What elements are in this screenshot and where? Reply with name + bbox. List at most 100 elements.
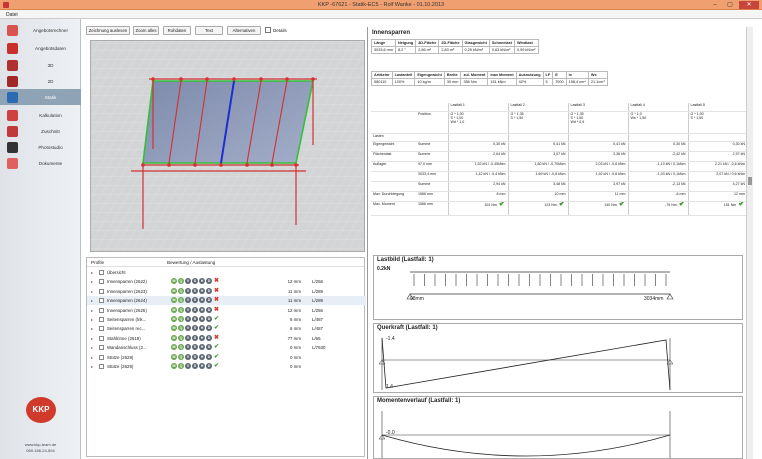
tree-row[interactable]: ▸ Innensparren (2622) M Q V S H D ✖ 12 mm L/256 xyxy=(87,277,366,286)
rating-dot: S xyxy=(192,297,198,304)
cross-icon: ✖ xyxy=(214,334,220,341)
tree-row[interactable]: ▸ Innensparren (2624) M Q V S H D ✖ 11 mm L/289 xyxy=(87,296,366,306)
rating-dot: D xyxy=(206,297,212,304)
deflection-value: 0 mm xyxy=(290,364,301,369)
sidebar-item-2d[interactable]: 2D xyxy=(0,73,81,89)
max-moment-value: 123 Nm xyxy=(544,202,557,207)
tree-row[interactable]: ▸ Stütze (2629) M Q V S H D ✔ 0 mm xyxy=(87,362,366,371)
profile-checkbox[interactable] xyxy=(99,270,104,275)
rating-indicators: MQVSHD xyxy=(171,287,213,294)
expand-icon[interactable]: ▸ xyxy=(91,345,93,350)
profile-checkbox[interactable] xyxy=(99,345,104,351)
geometry-header: Schneelast xyxy=(488,39,515,47)
durchbiegung-label: Max. Durchbiegung xyxy=(371,191,416,202)
deflection-value: -6 mm xyxy=(627,191,688,202)
profile-header: Artikelnr xyxy=(371,71,393,79)
rating-dot: H xyxy=(199,325,205,332)
scrollbar-thumb[interactable] xyxy=(748,177,752,185)
rating-dot: V xyxy=(185,316,191,322)
tree-row[interactable]: ▸ Stahlrinne (2619) M Q V S H D ✖ 77 mm L/65 xyxy=(87,334,366,343)
deflection-ratio: L/256 xyxy=(312,307,323,313)
expand-icon[interactable]: ▸ xyxy=(91,270,93,275)
rating-dot: H xyxy=(199,344,205,351)
tree-row[interactable]: ▸ Wandanschluss (2... M Q V S H D ✔ 0 mm L/7530 xyxy=(87,343,366,352)
max-moment-value: -75 Nm xyxy=(665,202,677,207)
expand-icon[interactable]: ▸ xyxy=(91,364,93,369)
close-button[interactable]: ✕ xyxy=(739,1,759,9)
expand-icon[interactable]: ▸ xyxy=(91,355,93,360)
tree-row[interactable]: ▸ Seitensparren (lnk... M Q V S H D ✔ 6 mm L/487 xyxy=(87,315,366,324)
position-factor: S * 1,50 xyxy=(690,115,704,120)
raw-data-button[interactable]: Rohdaten xyxy=(163,26,191,35)
rating-dot: H xyxy=(199,306,205,313)
profile-checkbox[interactable] xyxy=(99,335,104,341)
auflager-sum-value: 3,97 kN xyxy=(567,181,628,192)
calculation-icon xyxy=(7,110,18,121)
profile-checkbox[interactable] xyxy=(99,288,104,294)
sidebar-item-angebotsrechner[interactable]: Angebotsrechner xyxy=(0,22,81,38)
profile-checkbox[interactable] xyxy=(99,354,104,360)
profile-checkbox[interactable] xyxy=(99,298,104,304)
expand-icon[interactable]: ▸ xyxy=(91,279,93,284)
sidebar-item-statik[interactable]: Statik xyxy=(0,89,81,105)
minimize-button[interactable]: – xyxy=(708,1,722,9)
results-scrollbar[interactable] xyxy=(746,27,753,459)
expand-icon[interactable]: ▸ xyxy=(91,317,93,322)
load-diagram: Lastbild (Lastfall: 1) 0.2kN 98mm 3034mm xyxy=(373,255,743,320)
auflager-a-value: -1,10 kN / 0,1kNm xyxy=(627,161,688,172)
profile-checkbox[interactable] xyxy=(99,317,104,322)
column-rating: Bewertung / Auslastung xyxy=(167,260,216,265)
sidebar-item-angebotsdaten[interactable]: Angebotsdaten xyxy=(0,40,81,56)
max-moment-value: 104 Nm xyxy=(484,202,497,207)
rating-dot: Q xyxy=(178,287,184,294)
sidebar-item-photostudio[interactable]: Photostudio xyxy=(0,139,81,155)
profile-checkbox[interactable] xyxy=(99,364,104,369)
alternatives-button[interactable]: Alternativen xyxy=(227,26,261,35)
rating-dot: D xyxy=(206,306,212,313)
profile-tree: Profile Bewertung / Auslastung ▸ Übersich… xyxy=(86,257,366,457)
durchbiegung-position: 1566 mm xyxy=(416,191,448,202)
zoom-all-button[interactable]: Zoom alles xyxy=(133,26,159,35)
sidebar-item-label: Dokumente xyxy=(38,161,63,166)
tree-row[interactable]: ▸ Innensparren (2623) M Q V S H D ✖ 11 mm L/289 xyxy=(87,287,366,296)
profile-checkbox[interactable] xyxy=(99,307,104,313)
expand-icon[interactable]: ▸ xyxy=(91,298,93,303)
position-label: Position xyxy=(416,111,448,134)
sidebar-item-dokumente[interactable]: Dokumente xyxy=(0,155,81,171)
read-drawing-button[interactable]: Zeichnung auslesen xyxy=(86,26,130,35)
rating-dot: V xyxy=(185,297,191,304)
rating-dot: S xyxy=(192,316,198,322)
rating-dot: M xyxy=(171,353,177,360)
text-button[interactable]: Text xyxy=(195,26,223,35)
deflection-value: 12 mm xyxy=(287,307,301,313)
check-icon: ✔ xyxy=(498,201,506,208)
expand-icon[interactable]: ▸ xyxy=(91,289,93,294)
profile-checkbox[interactable] xyxy=(99,326,104,332)
moment-diagram: Momentenverlauf (Lastfall: 1) -0.0 xyxy=(373,396,743,459)
sidebar-item-3d[interactable]: 3D xyxy=(0,57,81,73)
max-moment-cell: 151 Nm ✔ xyxy=(687,201,747,216)
geometry-header: Neigung xyxy=(394,39,417,47)
geometry-value: 0,25 kN/m² xyxy=(461,46,490,54)
maximize-button[interactable]: ▢ xyxy=(723,1,737,9)
expand-icon[interactable]: ▸ xyxy=(91,308,93,313)
profile-checkbox[interactable] xyxy=(99,279,104,285)
profile-name: Stahlrinne (2619) xyxy=(107,335,141,341)
position-factor: Wd * 1,0 xyxy=(450,120,465,125)
tree-row[interactable]: ▸ Stütze (2628) M Q V S H D ✔ 0 mm xyxy=(87,353,366,362)
rating-indicators: MQVSHD xyxy=(171,316,213,322)
tree-row[interactable]: ▸ Seitensparren rec... M Q V S H D ✔ 6 mm L/487 xyxy=(87,324,366,333)
expand-icon[interactable]: ▸ xyxy=(91,336,93,341)
details-checkbox[interactable] xyxy=(265,27,271,33)
rating-dot: Q xyxy=(178,334,184,341)
check-icon: ✔ xyxy=(214,344,220,351)
tree-row[interactable]: ▸ Innensparren (2625) M Q V S H D ✖ 12 mm L/256 xyxy=(87,306,366,315)
3d-viewport[interactable] xyxy=(90,40,365,252)
summe-label-2: Summe xyxy=(416,151,448,162)
sidebar-item-zuschnitt[interactable]: Zuschnitt xyxy=(0,123,81,139)
expand-icon[interactable]: ▸ xyxy=(91,326,93,331)
sidebar-item-kalkulation[interactable]: Kalkulation xyxy=(0,107,81,123)
menu-file[interactable]: Datei xyxy=(6,12,18,18)
rating-dot: Q xyxy=(178,363,184,369)
tree-row[interactable]: ▸ Übersicht xyxy=(87,268,366,277)
